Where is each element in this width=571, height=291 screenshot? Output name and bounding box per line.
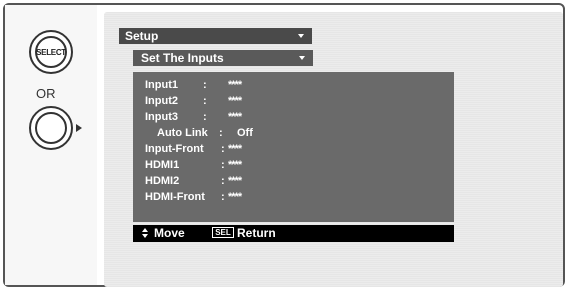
- list-item[interactable]: Input3 : ****: [133, 110, 454, 125]
- item-separator: :: [221, 175, 225, 187]
- list-item[interactable]: HDMI1 : ****: [133, 158, 454, 173]
- right-arrow-icon: [76, 124, 82, 132]
- item-separator: :: [203, 95, 207, 107]
- item-separator: :: [221, 143, 225, 155]
- list-item[interactable]: Auto Link : Off: [133, 126, 454, 141]
- item-value: Off: [237, 127, 253, 139]
- item-label: Auto Link: [157, 127, 208, 139]
- item-label: HDMI2: [145, 175, 180, 187]
- list-item[interactable]: HDMI2 : ****: [133, 174, 454, 189]
- select-button-label: SELECT: [35, 36, 67, 68]
- sel-key-icon: SEL: [212, 227, 234, 238]
- chevron-down-icon: [298, 34, 304, 38]
- chevron-down-icon: [299, 56, 305, 60]
- list-item[interactable]: Input-Front : ****: [133, 142, 454, 157]
- item-value: ****: [228, 191, 242, 203]
- right-button-ring: [35, 112, 67, 144]
- item-separator: :: [221, 191, 225, 203]
- list-item[interactable]: Input2 : ****: [133, 94, 454, 109]
- list-item[interactable]: HDMI-Front : ****: [133, 190, 454, 205]
- item-value: ****: [228, 143, 242, 155]
- input-list: Input1 : **** Input2 : **** Input3 : ***…: [133, 72, 454, 222]
- select-button[interactable]: SELECT: [29, 30, 73, 74]
- submenu-title: Set The Inputs: [141, 51, 224, 65]
- list-item[interactable]: Input1 : ****: [133, 78, 454, 93]
- menu-title: Setup: [125, 29, 159, 43]
- item-label: HDMI1: [145, 159, 180, 171]
- return-label: Return: [237, 226, 276, 240]
- item-separator: :: [203, 111, 207, 123]
- menu-footer: Move SEL Return: [133, 225, 454, 242]
- item-value: ****: [228, 95, 242, 107]
- item-separator: :: [221, 159, 225, 171]
- submenu-title-bar[interactable]: Set The Inputs: [133, 50, 313, 66]
- item-value: ****: [228, 111, 242, 123]
- item-value: ****: [228, 79, 242, 91]
- item-separator: :: [219, 127, 223, 139]
- item-separator: :: [203, 79, 207, 91]
- item-value: ****: [228, 175, 242, 187]
- item-label: Input2: [145, 95, 178, 107]
- menu-title-bar[interactable]: Setup: [119, 28, 312, 44]
- up-down-arrow-icon: [142, 228, 148, 239]
- item-value: ****: [228, 159, 242, 171]
- move-label: Move: [154, 226, 185, 240]
- or-text: OR: [36, 86, 56, 101]
- item-label: Input3: [145, 111, 178, 123]
- item-label: Input-Front: [145, 143, 204, 155]
- item-label: Input1: [145, 79, 178, 91]
- item-label: HDMI-Front: [145, 191, 205, 203]
- right-button[interactable]: [29, 106, 82, 150]
